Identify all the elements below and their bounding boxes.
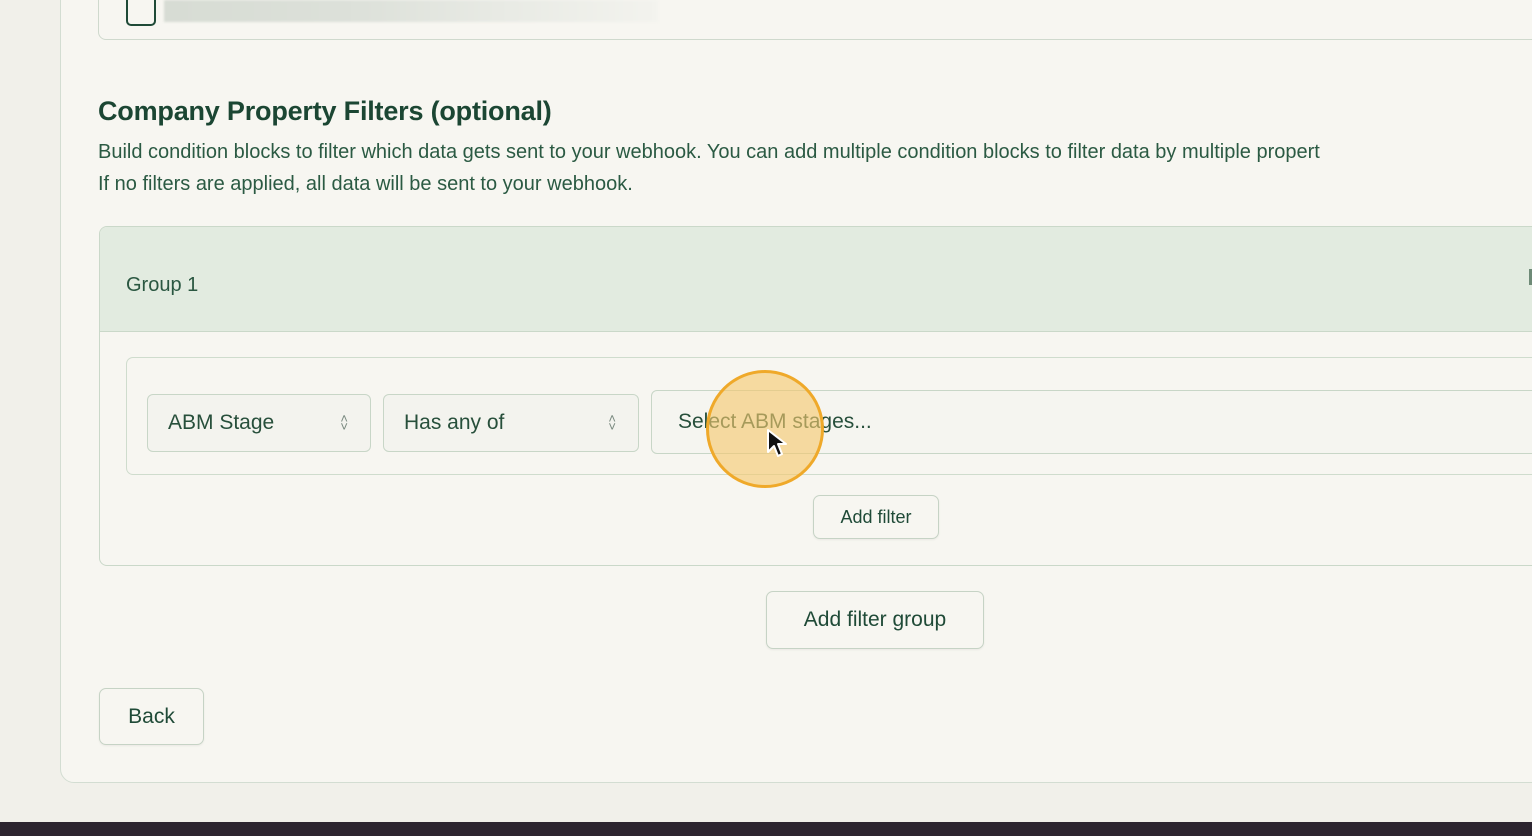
add-filter-group-button[interactable]: Add filter group bbox=[766, 591, 984, 649]
chevron-updown-icon: ˄ ˅ bbox=[608, 411, 616, 434]
checkbox[interactable] bbox=[126, 0, 156, 26]
section-description-line2: If no filters are applied, all data will… bbox=[98, 173, 633, 195]
filter-group: Group 1 ABM Stage ˄˅ Has any of ˄˅ Selec… bbox=[99, 226, 1532, 566]
section-description-line1: Build condition blocks to filter which d… bbox=[98, 141, 1320, 163]
footer-bar bbox=[0, 822, 1532, 836]
mouse-pointer-icon bbox=[766, 428, 788, 460]
section-title: Company Property Filters (optional) bbox=[98, 96, 552, 126]
add-filter-button[interactable]: Add filter bbox=[813, 495, 939, 539]
redacted-text bbox=[164, 0, 658, 22]
filter-group-title: Group 1 bbox=[126, 274, 199, 296]
chevron-updown-icon: ˄ ˅ bbox=[340, 411, 348, 434]
back-button[interactable]: Back bbox=[99, 688, 204, 745]
property-select[interactable]: ABM Stage ˄ ˅ bbox=[147, 394, 371, 452]
filter-condition-row: ABM Stage ˄˅ Has any of ˄˅ Select ABM st… bbox=[126, 357, 1532, 475]
operator-select[interactable]: Has any of ˄ ˅ bbox=[383, 394, 639, 452]
operator-select-value: Has any of bbox=[404, 411, 505, 434]
property-select-value: ABM Stage bbox=[168, 411, 275, 434]
filter-group-header: Group 1 bbox=[100, 227, 1532, 332]
cursor-highlight bbox=[706, 370, 824, 488]
